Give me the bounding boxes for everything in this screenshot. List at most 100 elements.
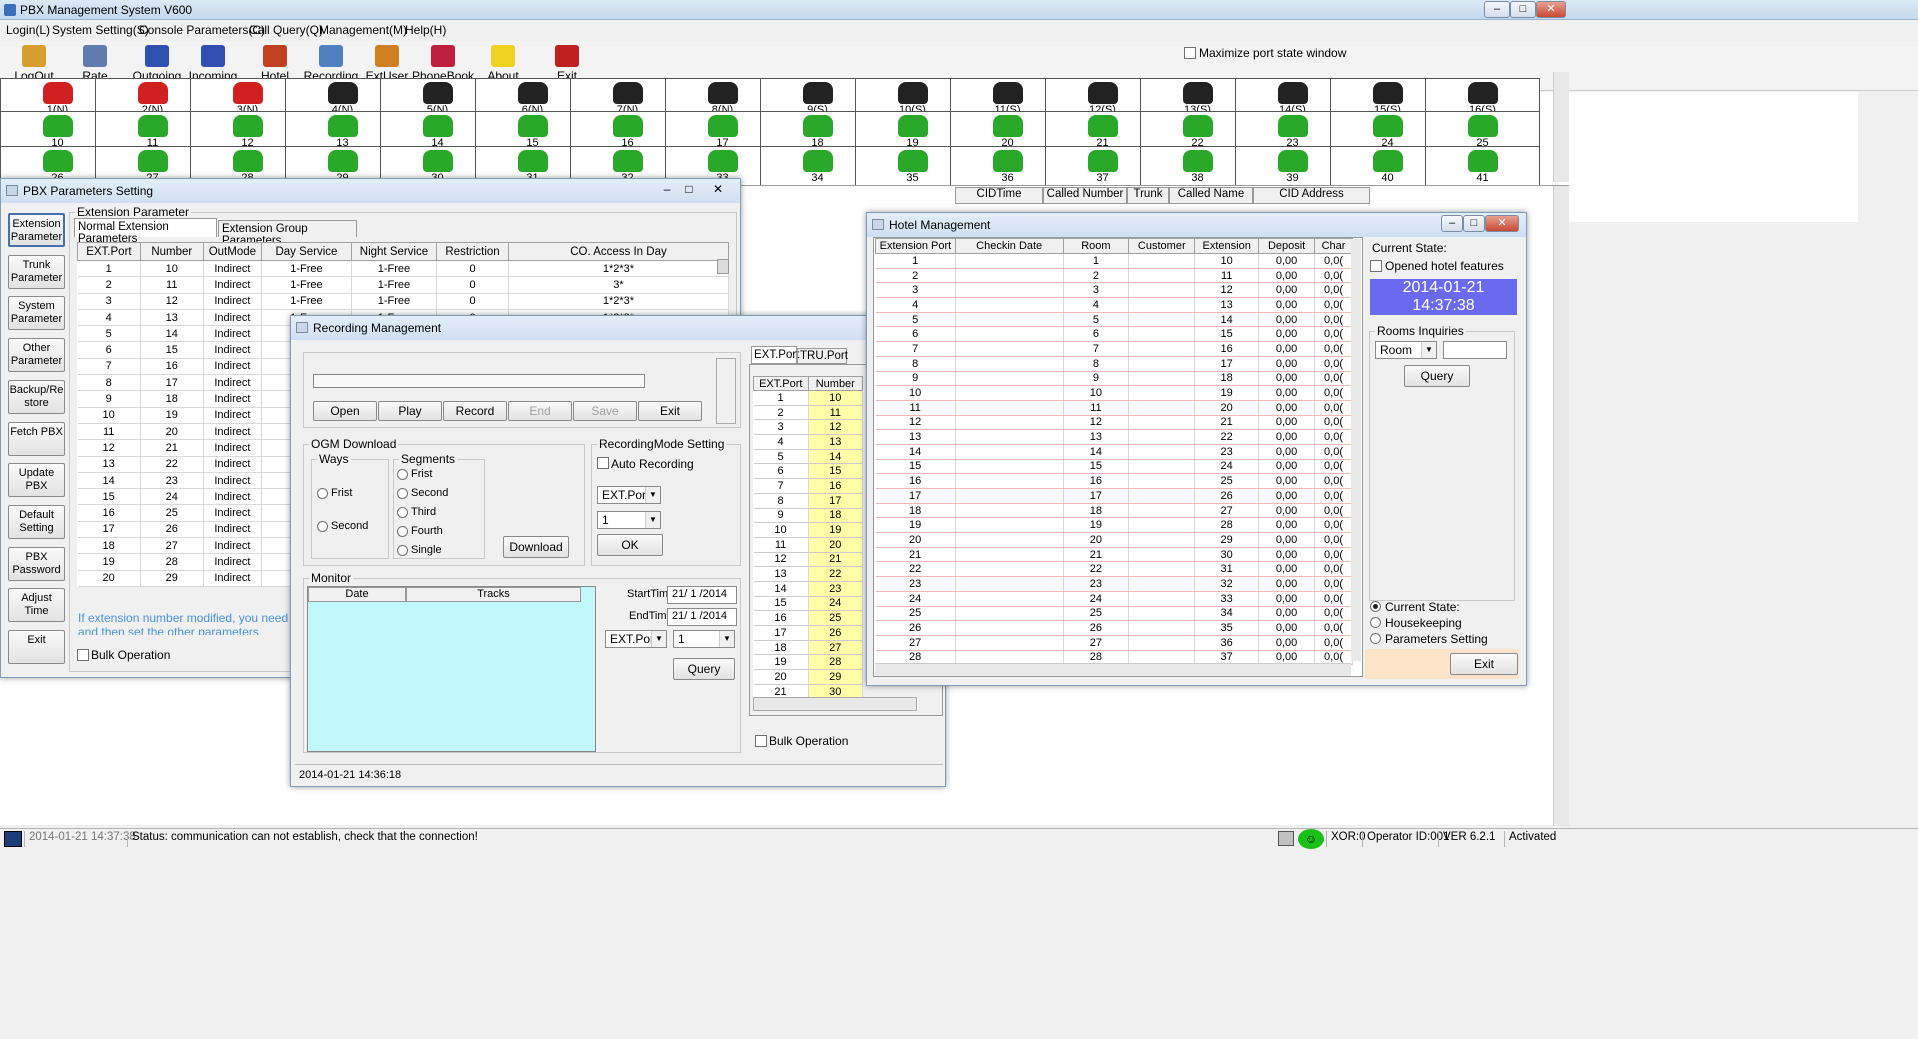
pbx-side-extension-parameterbutton[interactable]: Extension Parameter xyxy=(8,213,65,247)
table-row[interactable]: 8 8 17 0,00 0,0( xyxy=(875,356,1353,372)
table-row[interactable]: 9 18 xyxy=(753,508,864,524)
menu-management[interactable]: Management(M) xyxy=(319,23,407,37)
table-row[interactable]: 3 3 12 0,00 0,0( xyxy=(875,282,1353,299)
maximize-button[interactable]: □ xyxy=(1510,1,1536,18)
table-row[interactable]: 27 27 36 0,00 0,0( xyxy=(875,635,1353,651)
table-row[interactable]: 13 22 xyxy=(753,566,864,582)
table-row[interactable]: 18 18 27 0,00 0,0( xyxy=(875,503,1353,519)
rec-bulk-checkbox[interactable] xyxy=(755,735,767,747)
pbx-close-button[interactable]: ✕ xyxy=(707,182,729,196)
column-header[interactable]: Extension Port xyxy=(875,238,956,254)
table-row[interactable]: 21 21 30 0,00 0,0( xyxy=(875,547,1353,563)
hotel-exit-button[interactable]: Exit xyxy=(1450,653,1518,675)
query-port-select[interactable]: EXT.Port ▼ xyxy=(605,630,667,648)
start-time-field[interactable]: 21/ 1 /2014 xyxy=(667,586,737,604)
table-row[interactable]: 20 20 29 0,00 0,0( xyxy=(875,532,1353,548)
pbx-side-backup-re-storebutton[interactable]: Backup/Re store xyxy=(8,379,65,414)
room-query-button[interactable]: Query xyxy=(1404,365,1470,387)
table-row[interactable]: 6 15 xyxy=(753,463,864,480)
column-header[interactable]: Number xyxy=(139,242,204,261)
menu-help[interactable]: Help(H) xyxy=(405,23,446,37)
table-row[interactable]: 2 2 11 0,00 0,0( xyxy=(875,268,1353,284)
hotel-max-button[interactable]: □ xyxy=(1463,215,1485,232)
hotel-vscroll[interactable] xyxy=(1351,239,1361,661)
table-row[interactable]: 12 12 21 0,00 0,0( xyxy=(875,415,1353,431)
column-header[interactable]: Day Service xyxy=(261,242,352,261)
segment-radio[interactable] xyxy=(397,488,408,499)
column-header[interactable]: Night Service xyxy=(350,242,438,261)
rec-tab-tru-port[interactable]: TRU.Port xyxy=(797,348,848,364)
table-row[interactable]: 3 12 Indirect 1-Free 1-Free 0 1*2*3* xyxy=(77,293,730,310)
column-header[interactable]: Number xyxy=(807,376,864,391)
room-search-input[interactable] xyxy=(1443,341,1507,359)
column-header[interactable]: Room xyxy=(1062,238,1130,254)
pbx-bulk-checkbox[interactable] xyxy=(77,649,89,661)
current-state-radio[interactable] xyxy=(1370,601,1381,612)
table-row[interactable]: 22 22 31 0,00 0,0( xyxy=(875,561,1353,578)
minimize-button[interactable]: – xyxy=(1484,1,1510,18)
table-row[interactable]: 23 23 32 0,00 0,0( xyxy=(875,576,1353,592)
rec-save-button[interactable]: Save xyxy=(573,401,637,421)
hotel-min-button[interactable]: – xyxy=(1441,215,1463,232)
table-row[interactable]: 26 26 35 0,00 0,0( xyxy=(875,620,1353,636)
rec-tab-ext-port[interactable]: EXT.Port xyxy=(751,346,799,364)
monitor-query-button[interactable]: Query xyxy=(673,658,735,680)
hotel-close-button[interactable]: ✕ xyxy=(1485,215,1519,232)
tab-normal-extension[interactable]: Normal Extension Parameters xyxy=(74,218,217,245)
menu-system-setting[interactable]: System Setting(S) xyxy=(52,23,149,37)
pbx-min-button[interactable]: – xyxy=(657,182,677,196)
mode-port-select[interactable]: EXT.Port ▼ xyxy=(597,486,661,504)
parameters-setting-radio[interactable] xyxy=(1370,633,1381,644)
table-row[interactable]: 17 26 xyxy=(753,625,864,641)
monitor-list[interactable]: Date Tracks xyxy=(307,586,596,752)
pbx-side-exitbutton[interactable]: Exit xyxy=(8,630,65,664)
table-row[interactable]: 1 10 Indirect 1-Free 1-Free 0 1*2*3* xyxy=(77,260,730,278)
table-row[interactable]: 18 27 xyxy=(753,640,864,656)
table-row[interactable]: 15 24 xyxy=(753,596,864,612)
column-header[interactable]: Char xyxy=(1314,238,1353,254)
rec-open-button[interactable]: Open xyxy=(313,401,377,421)
pbx-side-update-pbxbutton[interactable]: Update PBX xyxy=(8,463,65,498)
table-row[interactable]: 5 5 14 0,00 0,0( xyxy=(875,312,1353,328)
pbx-max-button[interactable]: □ xyxy=(679,182,699,196)
rec-exit-button[interactable]: Exit xyxy=(638,401,702,421)
call-log-scrollbar[interactable] xyxy=(1553,186,1569,826)
playback-progress[interactable] xyxy=(313,374,645,388)
segment-radio[interactable] xyxy=(397,545,408,556)
table-row[interactable]: 1 1 10 0,00 0,0( xyxy=(875,253,1353,269)
segment-radio[interactable] xyxy=(397,526,408,537)
pbx-table-scrollbar[interactable] xyxy=(717,259,729,274)
maximize-port-checkbox[interactable] xyxy=(1184,47,1196,59)
ways-frist-radio[interactable] xyxy=(317,488,328,499)
hotel-hscroll[interactable] xyxy=(875,663,1351,676)
pbx-side-system-parameterbutton[interactable]: System Parameter xyxy=(8,296,65,331)
column-header[interactable]: EXT.Port xyxy=(753,376,809,391)
column-header[interactable]: Restriction xyxy=(436,242,509,261)
end-time-field[interactable]: 21/ 1 /2014 xyxy=(667,608,737,626)
auto-recording-checkbox[interactable] xyxy=(597,457,609,469)
pbx-side-other-parameterbutton[interactable]: Other Parameter xyxy=(8,338,65,373)
table-row[interactable]: 10 19 xyxy=(753,522,864,538)
close-button[interactable]: ✕ xyxy=(1536,1,1566,18)
ways-second-radio[interactable] xyxy=(317,521,328,532)
mode-ok-button[interactable]: OK xyxy=(597,534,663,556)
table-row[interactable]: 17 17 26 0,00 0,0( xyxy=(875,488,1353,504)
tab-extension-group[interactable]: Extension Group Parameters xyxy=(218,220,357,247)
pbx-side-pbx-passwordbutton[interactable]: PBX Password xyxy=(8,546,65,581)
table-row[interactable]: 14 23 xyxy=(753,581,864,597)
housekeeping-radio[interactable] xyxy=(1370,617,1381,628)
column-header[interactable]: Extension xyxy=(1194,238,1260,254)
table-row[interactable]: 7 7 16 0,00 0,0( xyxy=(875,341,1353,357)
rec-play-button[interactable]: Play xyxy=(378,401,442,421)
table-row[interactable]: 4 13 xyxy=(753,434,864,450)
rec-port-hscroll[interactable] xyxy=(753,697,917,711)
table-row[interactable]: 19 19 28 0,00 0,0( xyxy=(875,517,1353,534)
table-row[interactable]: 10 10 19 0,00 0,0( xyxy=(875,385,1353,401)
table-row[interactable]: 25 25 34 0,00 0,0( xyxy=(875,606,1353,622)
room-type-select[interactable]: Room ▼ xyxy=(1375,341,1437,359)
pbx-side-adjust-timebutton[interactable]: Adjust Time xyxy=(8,588,65,623)
table-row[interactable]: 3 12 xyxy=(753,419,864,436)
opened-hotel-checkbox[interactable] xyxy=(1370,260,1382,272)
mode-number-select[interactable]: 1 ▼ xyxy=(597,511,661,529)
table-row[interactable]: 15 15 24 0,00 0,0( xyxy=(875,459,1353,475)
